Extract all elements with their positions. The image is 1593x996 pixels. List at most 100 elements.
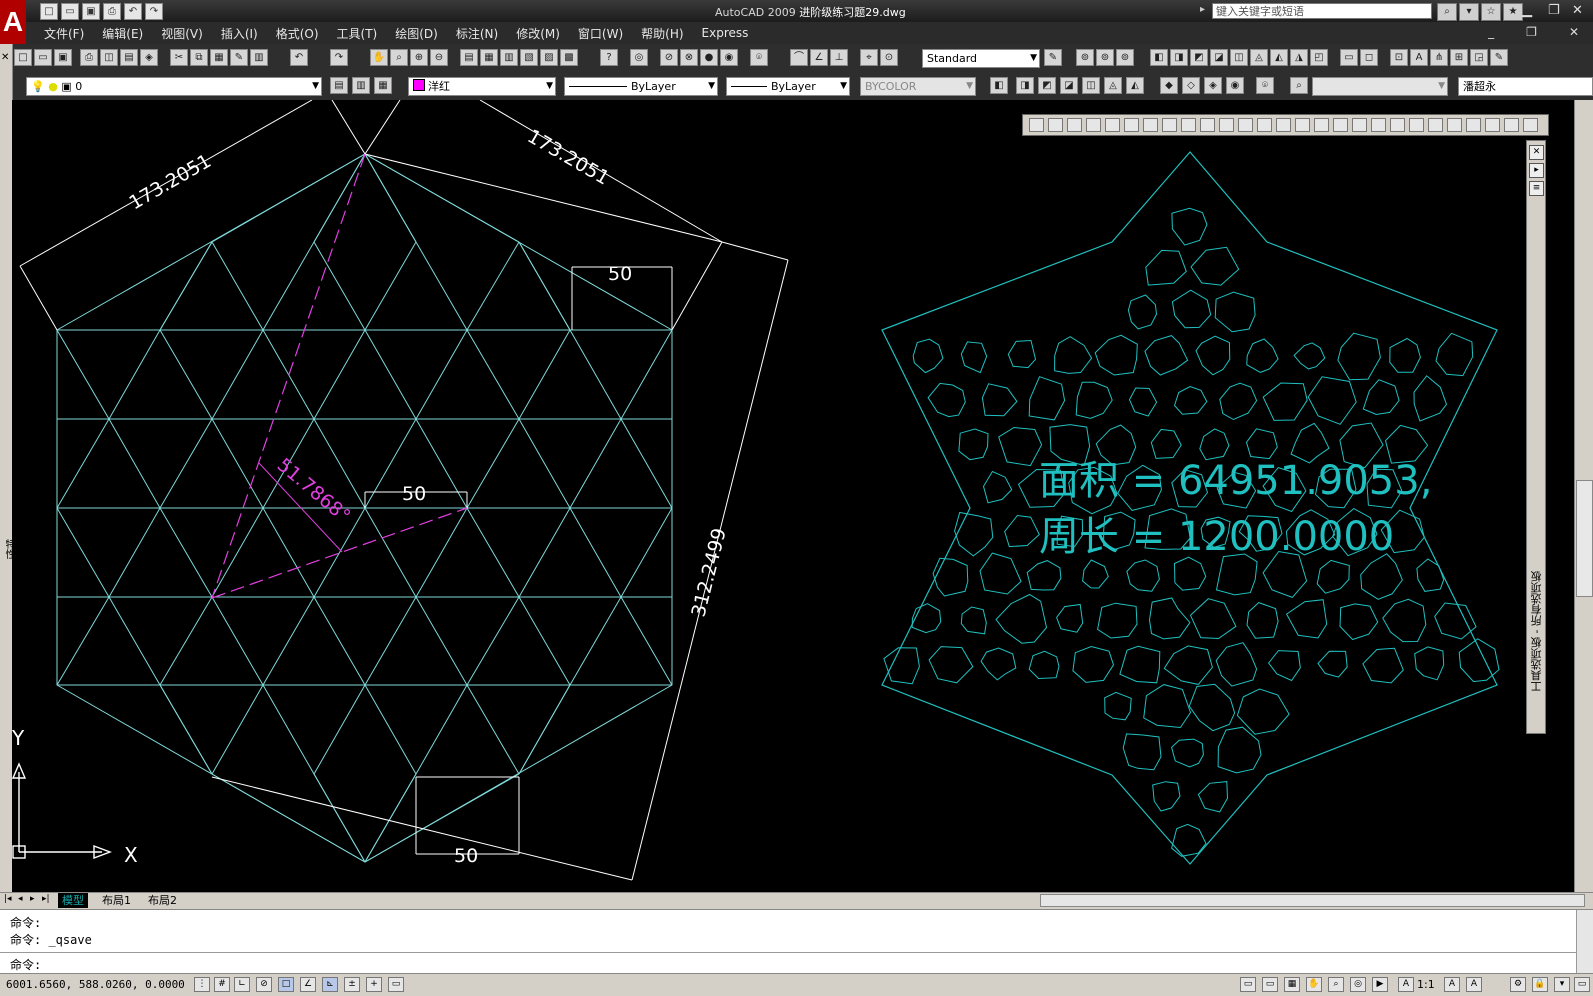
maximize-icon[interactable]: ❐: [1548, 3, 1560, 18]
color-select[interactable]: 洋红 ▼: [408, 77, 556, 96]
menu-format[interactable]: 格式(O): [276, 25, 319, 42]
showmotion-icon[interactable]: ▶: [1372, 977, 1388, 992]
communication-icon[interactable]: ☆: [1481, 3, 1501, 21]
plot-icon[interactable]: ⎙: [80, 49, 98, 66]
express-tool-1-icon[interactable]: ▭: [1340, 49, 1358, 66]
menu-draw[interactable]: 绘图(D): [395, 25, 438, 42]
annotation-scale-value[interactable]: 1:1: [1417, 978, 1435, 991]
workspace-switch-icon[interactable]: ⚙: [1510, 977, 1526, 992]
solid-edit-4-icon[interactable]: ◪: [1060, 77, 1078, 94]
dim-angle-icon[interactable]: ∠: [810, 49, 828, 66]
save-icon[interactable]: ▣: [82, 3, 100, 20]
express-tool-6-icon[interactable]: ⊞: [1450, 49, 1468, 66]
modeling-tool-icon[interactable]: [1200, 118, 1215, 132]
user-combo[interactable]: 潘超永: [1458, 77, 1593, 96]
match-properties-icon[interactable]: ✎: [230, 49, 248, 66]
layer-properties-icon[interactable]: ▤: [330, 77, 348, 94]
tab-first-icon[interactable]: |◂: [4, 894, 12, 904]
new-file-icon[interactable]: □: [14, 49, 32, 66]
orbit-icon[interactable]: ◎: [630, 49, 648, 66]
cut-icon[interactable]: ✂: [170, 49, 188, 66]
solid-edit-5-icon[interactable]: ◫: [1082, 77, 1100, 94]
paste-icon[interactable]: ▦: [210, 49, 228, 66]
menu-help[interactable]: 帮助(H): [641, 25, 683, 42]
object-snap-icon[interactable]: □: [278, 977, 294, 992]
named-views-icon[interactable]: ⌕: [1290, 77, 1308, 94]
menu-file[interactable]: 文件(F): [44, 25, 84, 42]
camera-adjust-icon[interactable]: ⌾: [1256, 77, 1274, 94]
camera-icon[interactable]: ⌾: [750, 49, 768, 66]
modeling-tool-icon[interactable]: [1048, 118, 1063, 132]
express-tool-3-icon[interactable]: ⊡: [1390, 49, 1408, 66]
modeling-tool-icon[interactable]: [1352, 118, 1367, 132]
pan-icon[interactable]: ✋: [370, 49, 388, 66]
tab-layout2[interactable]: 布局2: [144, 893, 181, 908]
layer-previous-icon[interactable]: ▦: [374, 77, 392, 94]
tool-palettes-icon[interactable]: ▥: [500, 49, 518, 66]
doc-minimize-icon[interactable]: _: [1488, 25, 1494, 39]
otrack-icon[interactable]: ∠: [300, 977, 316, 992]
solid-edit-10-icon[interactable]: ◈: [1204, 77, 1222, 94]
solid-edit-6-icon[interactable]: ◬: [1104, 77, 1122, 94]
snap-mode-icon[interactable]: ⋮: [194, 977, 210, 992]
layer-tool-7-icon[interactable]: ◭: [1270, 49, 1288, 66]
modeling-tool-icon[interactable]: [1105, 118, 1120, 132]
view-select[interactable]: ▼: [1312, 77, 1448, 96]
status-menu-icon[interactable]: ▾: [1554, 977, 1570, 992]
modeling-tool-icon[interactable]: [1504, 118, 1519, 132]
annotation-visibility-icon[interactable]: A: [1444, 977, 1460, 992]
express-tool-4-icon[interactable]: A: [1410, 49, 1428, 66]
pan-status-icon[interactable]: ✋: [1306, 977, 1322, 992]
visual-style-2-icon[interactable]: ⊗: [680, 49, 698, 66]
undo-icon[interactable]: ↶: [124, 3, 142, 20]
modeling-tool-icon[interactable]: [1466, 118, 1481, 132]
save-file-icon[interactable]: ▣: [54, 49, 72, 66]
markup-icon[interactable]: ▨: [540, 49, 558, 66]
doc-close-icon[interactable]: ✕: [1569, 25, 1579, 39]
design-center-icon[interactable]: ▦: [480, 49, 498, 66]
modeling-tool-icon[interactable]: [1029, 118, 1044, 132]
zoom-previous-icon[interactable]: ⊖: [430, 49, 448, 66]
menu-modify[interactable]: 修改(M): [516, 25, 560, 42]
zoom-status-icon[interactable]: ⌕: [1328, 977, 1344, 992]
link-3-icon[interactable]: ⊚: [1116, 49, 1134, 66]
steering-wheel-icon[interactable]: ◎: [1350, 977, 1366, 992]
modeling-tool-icon[interactable]: [1067, 118, 1082, 132]
solid-edit-8-icon[interactable]: ◆: [1160, 77, 1178, 94]
solid-edit-9-icon[interactable]: ◇: [1182, 77, 1200, 94]
lineweight-select[interactable]: ByLayer ▼: [726, 77, 850, 96]
dim-tolerance-icon[interactable]: ⊥: [830, 49, 848, 66]
menu-express[interactable]: Express: [702, 26, 749, 40]
properties-icon[interactable]: ▤: [460, 49, 478, 66]
dynamic-input-icon[interactable]: ±: [344, 977, 360, 992]
help-search-input[interactable]: 键入关键字或短语: [1212, 3, 1432, 19]
palette-close-icon-right[interactable]: ✕: [1529, 145, 1544, 160]
clean-screen-icon[interactable]: ▭: [1574, 977, 1590, 992]
menu-window[interactable]: 窗口(W): [578, 25, 623, 42]
express-tool-2-icon[interactable]: ◻: [1360, 49, 1378, 66]
redo-icon[interactable]: ↷: [145, 3, 163, 20]
tab-next-icon[interactable]: ▸: [30, 894, 35, 904]
modeling-tool-icon[interactable]: [1447, 118, 1462, 132]
new-icon[interactable]: □: [40, 3, 58, 20]
visual-style-4-icon[interactable]: ◉: [720, 49, 738, 66]
zoom-realtime-icon[interactable]: ⌕: [390, 49, 408, 66]
modeling-tool-icon[interactable]: [1219, 118, 1234, 132]
menu-view[interactable]: 视图(V): [161, 25, 203, 42]
menu-edit[interactable]: 编辑(E): [102, 25, 143, 42]
model-space-icon[interactable]: ▭: [1240, 977, 1256, 992]
open-file-icon[interactable]: ▭: [34, 49, 52, 66]
dim-radius-icon[interactable]: ⊙: [880, 49, 898, 66]
solid-edit-3-icon[interactable]: ◩: [1038, 77, 1056, 94]
modeling-tool-icon[interactable]: [1428, 118, 1443, 132]
linetype-select[interactable]: ByLayer ▼: [564, 77, 718, 96]
help-icon[interactable]: ?: [600, 49, 618, 66]
visual-style-3-icon[interactable]: ●: [700, 49, 718, 66]
palette-autohide-icon[interactable]: ▸: [1529, 163, 1544, 178]
layer-tool-2-icon[interactable]: ◨: [1170, 49, 1188, 66]
menu-dimension[interactable]: 标注(N): [456, 25, 498, 42]
vertical-scrollbar[interactable]: [1574, 100, 1593, 892]
solid-edit-2-icon[interactable]: ◨: [1016, 77, 1034, 94]
make-current-layer-icon[interactable]: ▥: [352, 77, 370, 94]
modeling-tool-icon[interactable]: [1371, 118, 1386, 132]
